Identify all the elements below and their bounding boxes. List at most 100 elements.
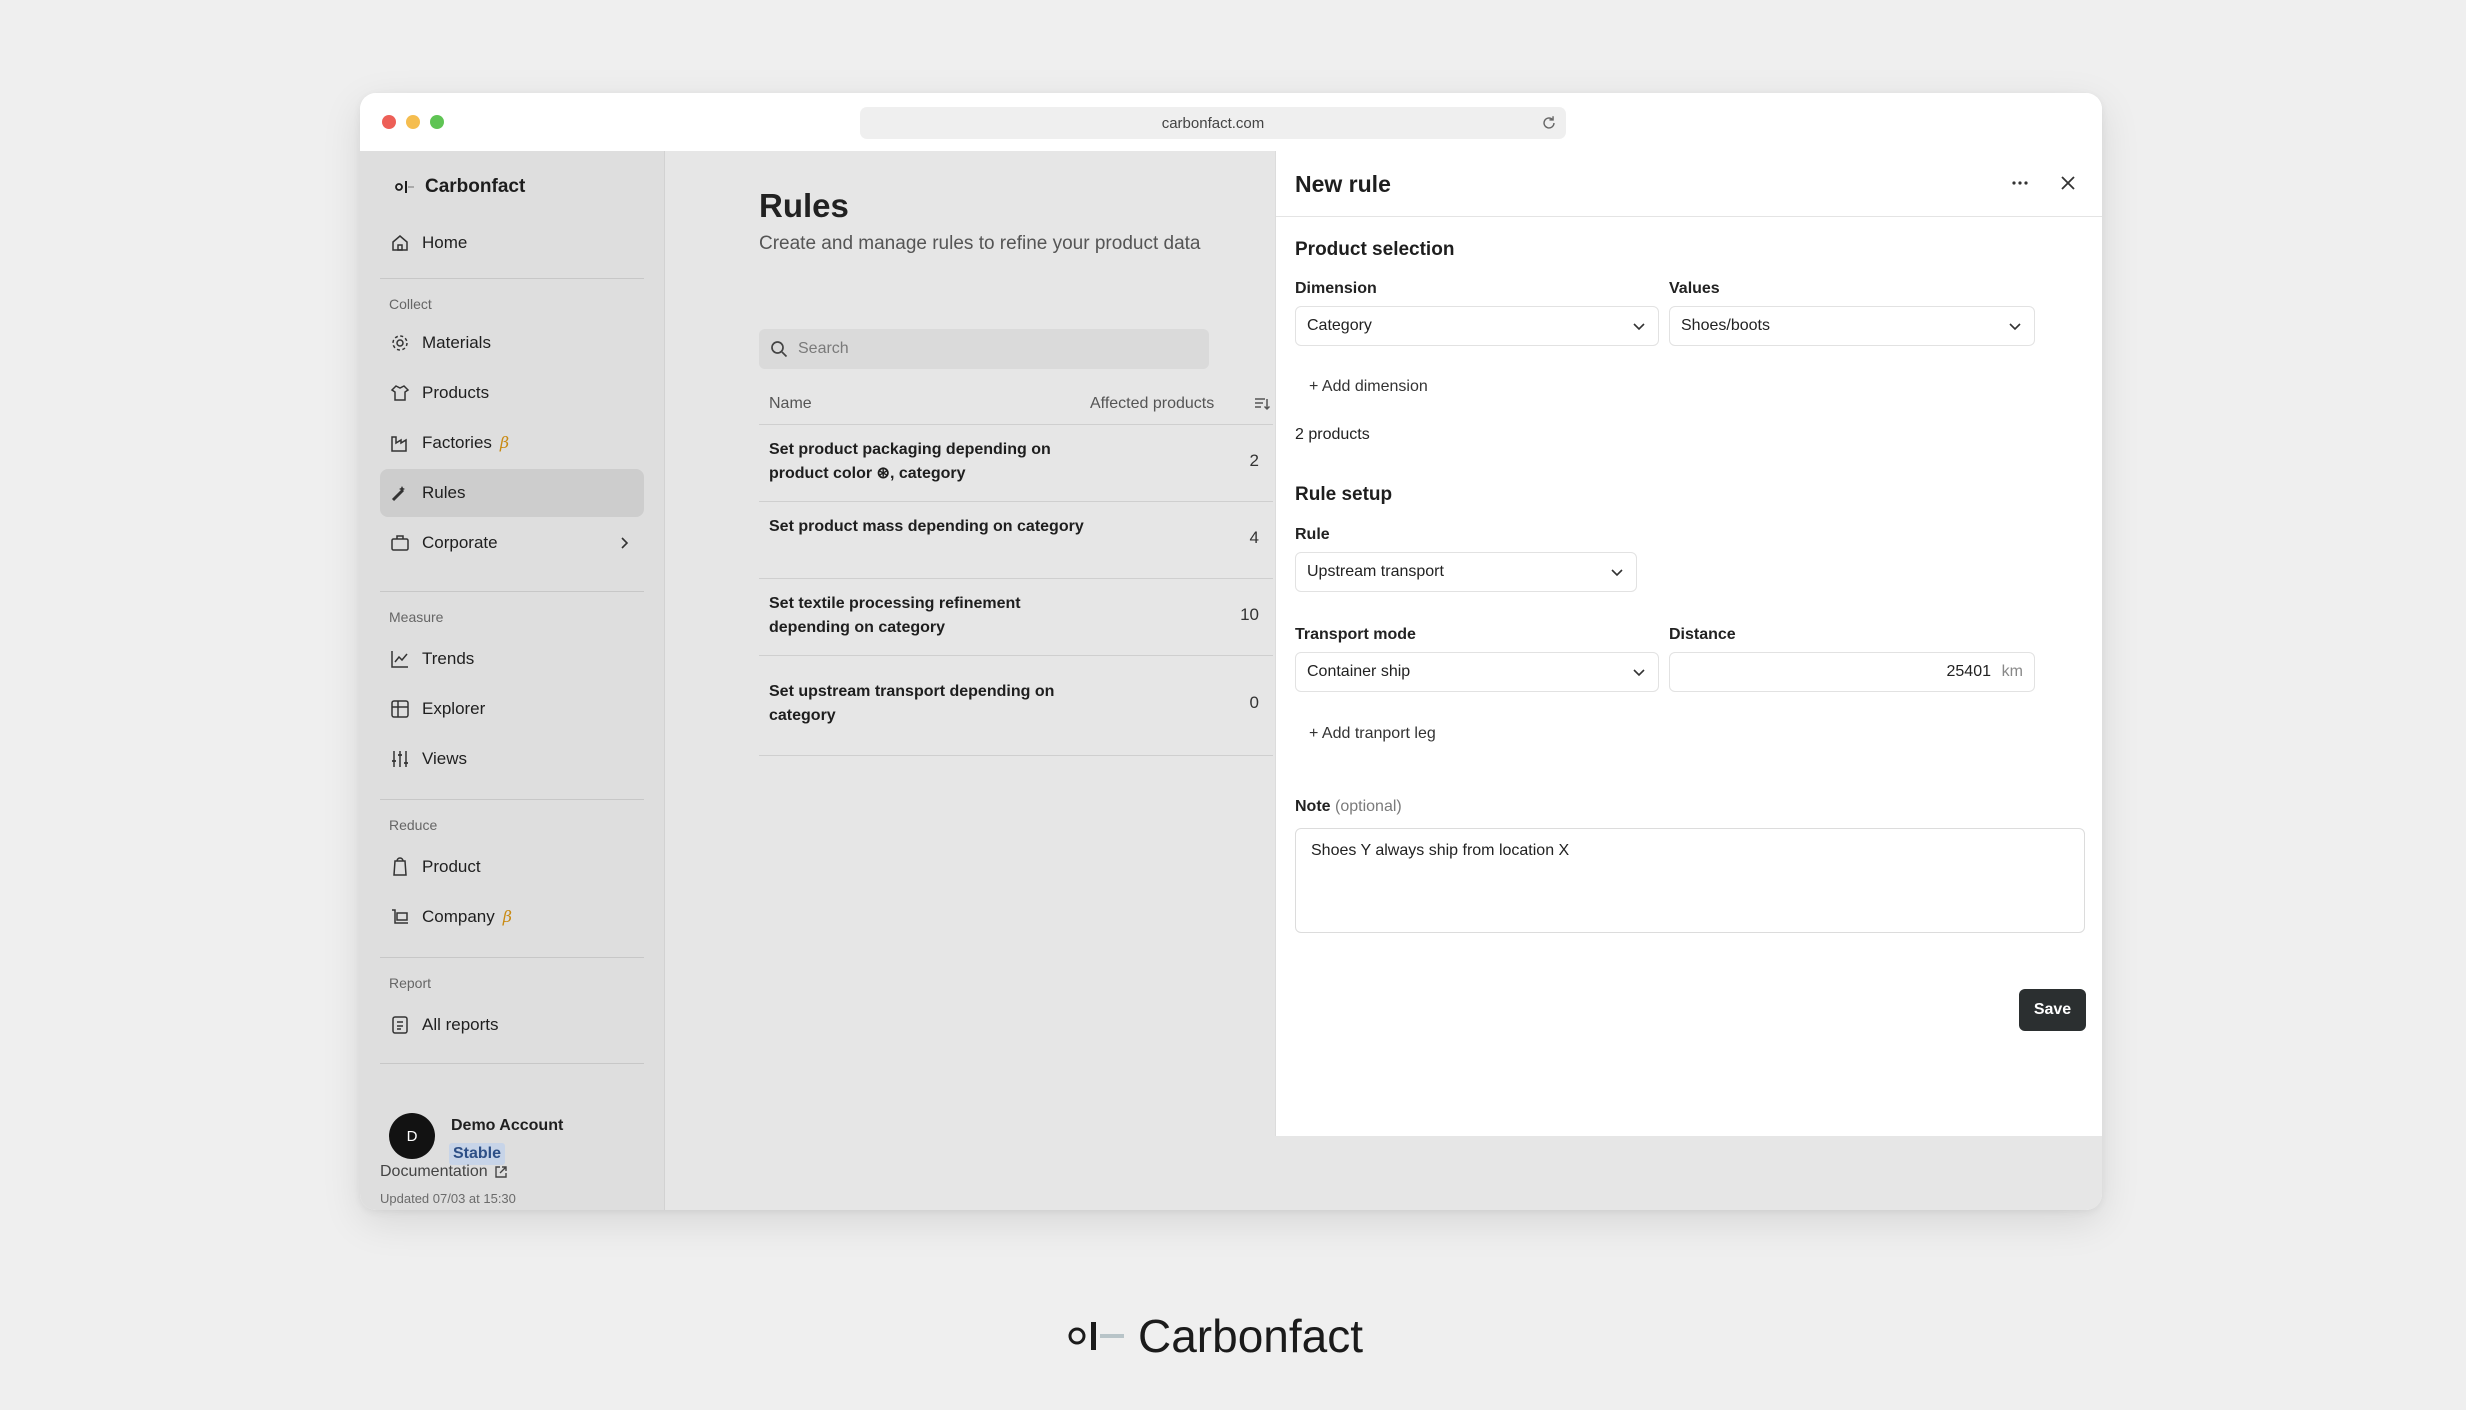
- reload-icon[interactable]: [1540, 114, 1558, 132]
- rule-name: Set product mass depending on category: [769, 518, 1084, 535]
- shirt-icon: [390, 385, 410, 401]
- close-icon[interactable]: [2058, 173, 2078, 193]
- avatar[interactable]: D: [389, 1113, 435, 1159]
- transport-mode-select[interactable]: Container ship: [1295, 652, 1659, 692]
- page-subtitle: Create and manage rules to refine your p…: [759, 233, 1201, 254]
- rule-name: Set textile processing refinement depend…: [769, 595, 1021, 636]
- chevron-down-icon: [1633, 323, 1645, 331]
- distance-value: 25401: [1946, 663, 1992, 680]
- column-header-name[interactable]: Name: [769, 395, 812, 413]
- sidebar-item-materials[interactable]: Materials: [380, 319, 644, 367]
- affected-count: 10: [1240, 605, 1259, 624]
- table-row[interactable]: Set product packaging depending on produ…: [759, 424, 1273, 502]
- chevron-down-icon: [1611, 569, 1623, 577]
- note-optional: (optional): [1335, 798, 1402, 815]
- save-button[interactable]: Save: [2019, 989, 2086, 1031]
- url-text: carbonfact.com: [1161, 114, 1265, 132]
- sidebar: Carbonfact Home Collect Materials Produc…: [360, 151, 665, 1210]
- more-options-icon[interactable]: [2010, 173, 2030, 193]
- browser-titlebar: carbonfact.com: [360, 93, 2102, 152]
- dimension-label: Dimension: [1295, 280, 1377, 297]
- new-rule-panel: New rule Product selection Dimension Val…: [1275, 151, 2102, 1136]
- affected-count: 0: [1249, 693, 1259, 712]
- minimize-window-button[interactable]: [406, 115, 420, 129]
- sidebar-item-label: Factories β: [422, 433, 510, 452]
- divider: [380, 591, 644, 592]
- values-label: Values: [1669, 280, 1720, 297]
- tag-icon: [393, 857, 407, 876]
- sidebar-item-label: Company β: [422, 907, 513, 926]
- sidebar-item-rules[interactable]: Rules: [380, 469, 644, 517]
- distance-input[interactable]: 25401 km: [1669, 652, 2035, 692]
- briefcase-icon: [391, 535, 409, 551]
- sidebar-item-factories[interactable]: Factories β: [380, 419, 644, 467]
- sort-icon[interactable]: [1253, 395, 1271, 413]
- account-name[interactable]: Demo Account: [451, 1117, 563, 1135]
- dimension-value: Category: [1307, 317, 1372, 334]
- sidebar-item-all-reports[interactable]: All reports: [380, 1001, 644, 1049]
- external-link-icon: [494, 1166, 507, 1178]
- gear-icon: [392, 335, 408, 351]
- sidebar-item-products[interactable]: Products: [380, 369, 644, 417]
- search-input[interactable]: Search: [759, 329, 1209, 369]
- sliders-icon: [392, 751, 408, 767]
- section-rule-setup: Rule setup: [1295, 484, 1393, 505]
- note-textarea[interactable]: Shoes Y always ship from location X: [1295, 828, 2085, 933]
- chevron-right-icon: [621, 537, 629, 549]
- chevron-down-icon: [2009, 323, 2021, 331]
- plus-icon: +: [1309, 378, 1322, 395]
- beta-badge: β: [502, 907, 513, 926]
- sidebar-item-label: All reports: [422, 1015, 499, 1034]
- dimension-select[interactable]: Category: [1295, 306, 1659, 346]
- footer-brand-logo: Carbonfact: [1068, 1308, 1363, 1364]
- sidebar-item-corporate[interactable]: Corporate: [380, 519, 644, 567]
- section-measure: Measure: [389, 609, 444, 625]
- wand-icon: [391, 486, 405, 502]
- factory-icon: [391, 436, 407, 452]
- page-title: Rules: [759, 187, 849, 224]
- sidebar-item-label: Products: [422, 383, 490, 402]
- chevron-down-icon: [1633, 669, 1645, 677]
- search-placeholder: Search: [798, 340, 849, 357]
- add-dimension-button[interactable]: + Add dimension: [1309, 378, 1428, 396]
- brand-name: Carbonfact: [425, 176, 526, 197]
- brand-logo[interactable]: Carbonfact: [395, 173, 525, 201]
- sidebar-item-label: Rules: [422, 483, 466, 502]
- sidebar-item-explorer[interactable]: Explorer: [380, 685, 644, 733]
- close-window-button[interactable]: [382, 115, 396, 129]
- section-collect: Collect: [389, 296, 432, 312]
- plus-icon: +: [1309, 725, 1322, 742]
- transport-mode-value: Container ship: [1307, 663, 1411, 680]
- column-header-affected[interactable]: Affected products: [1090, 395, 1214, 413]
- section-reduce: Reduce: [389, 817, 438, 833]
- sidebar-item-label: Product: [422, 857, 481, 876]
- search-icon: [771, 341, 788, 358]
- home-icon: [392, 235, 408, 251]
- values-select[interactable]: Shoes/boots: [1669, 306, 2035, 346]
- sidebar-item-company[interactable]: Company β: [380, 893, 644, 941]
- cart-icon: [392, 909, 408, 924]
- rule-name: Set product packaging depending on produ…: [769, 441, 1051, 482]
- divider: [380, 278, 644, 279]
- transport-mode-label: Transport mode: [1295, 626, 1416, 643]
- sidebar-item-home[interactable]: Home: [380, 219, 644, 267]
- carbonfact-logo-icon: [1068, 1322, 1124, 1350]
- updated-timestamp: Updated 07/03 at 15:30: [380, 1191, 516, 1206]
- sidebar-item-product[interactable]: Product: [380, 843, 644, 891]
- add-transport-leg-button[interactable]: + Add tranport leg: [1309, 725, 1436, 743]
- add-dimension-label: Add dimension: [1321, 378, 1428, 395]
- affected-count: 4: [1249, 528, 1259, 547]
- address-bar[interactable]: carbonfact.com: [860, 107, 1566, 139]
- sidebar-item-label: Home: [422, 233, 468, 252]
- table-row[interactable]: Set upstream transport depending on cate…: [759, 656, 1273, 756]
- maximize-window-button[interactable]: [430, 115, 444, 129]
- documentation-label: Documentation: [380, 1163, 488, 1180]
- panel-title: New rule: [1295, 171, 1391, 197]
- sidebar-item-views[interactable]: Views: [380, 735, 644, 783]
- rule-select[interactable]: Upstream transport: [1295, 552, 1637, 592]
- sidebar-item-trends[interactable]: Trends: [380, 635, 644, 683]
- table-row[interactable]: Set textile processing refinement depend…: [759, 579, 1273, 656]
- add-transport-leg-label: Add tranport leg: [1321, 725, 1436, 742]
- documentation-link[interactable]: Documentation: [380, 1163, 508, 1181]
- table-row[interactable]: Set product mass depending on category 4: [759, 502, 1273, 579]
